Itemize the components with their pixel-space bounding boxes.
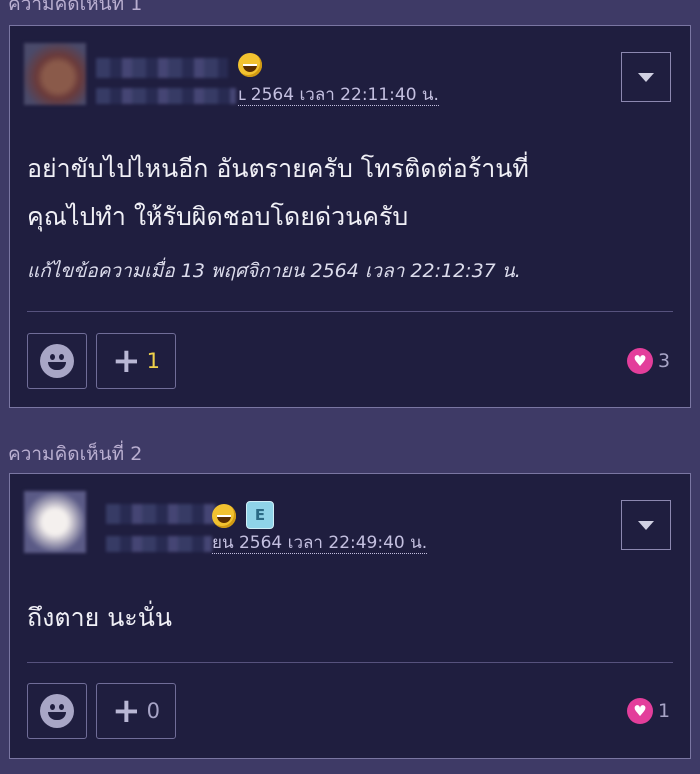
plus-icon: + [112,341,141,381]
avatar[interactable] [24,43,86,105]
heart-count[interactable]: ♥ 3 [627,348,670,374]
comment-menu-button[interactable] [621,500,671,550]
comment-label: ความคิดเห็นที่ 1 [8,0,143,15]
chevron-down-icon [638,72,654,82]
emoji-react-button[interactable] [27,333,87,389]
emoji-icon [238,53,262,77]
comment-body: ถึงตาย นะนั่น [27,594,172,642]
member-badge-icon: E [246,501,274,529]
heart-count[interactable]: ♥ 1 [627,698,670,724]
divider [27,662,673,663]
heart-icon: ♥ [627,348,653,374]
comment-card: E ยน 2564 เวลา 22:49:40 น. ถึงตาย นะนั่น… [9,473,691,759]
comment-timestamp[interactable]: ւ 2564 เวลา 22:11:40 น. [238,86,439,106]
comment-body-line: อย่าขับไปไหนอีก อันตรายครับ โทรติดต่อร้า… [27,154,529,183]
heart-icon: ♥ [627,698,653,724]
divider [27,311,673,312]
comment-card: ւ 2564 เวลา 22:11:40 น. อย่าขับไปไหนอีก … [9,25,691,408]
username[interactable] [96,58,228,78]
comment-body-line: คุณไปทำ ให้รับผิดชอบโดยด่วนครับ [27,202,409,231]
comment-body-line: ถึงตาย นะนั่น [27,603,172,632]
comment-body: อย่าขับไปไหนอีก อันตรายครับ โทรติดต่อร้า… [27,145,529,241]
username-blur [96,88,236,104]
avatar[interactable] [24,491,86,553]
comment-label: ความคิดเห็นที่ 2 [8,443,143,465]
username-blur [106,536,212,552]
emoji-react-button[interactable] [27,683,87,739]
comment-timestamp[interactable]: ยน 2564 เวลา 22:49:40 น. [212,534,428,554]
comment-menu-button[interactable] [621,52,671,102]
plus-one-button[interactable]: + 0 [96,683,176,739]
smiley-icon [40,344,74,378]
heart-count-value: 1 [658,700,671,722]
plus-count: 0 [146,699,160,723]
chevron-down-icon [638,520,654,530]
plus-icon: + [112,691,141,731]
heart-count-value: 3 [658,350,671,372]
emoji-icon [212,504,236,528]
plus-one-button[interactable]: + 1 [96,333,176,389]
plus-count: 1 [146,349,160,373]
username[interactable] [106,504,216,524]
smiley-icon [40,694,74,728]
edited-note: แก้ไขข้อความเมื่อ 13 พฤศจิกายน 2564 เวลา… [27,260,521,282]
